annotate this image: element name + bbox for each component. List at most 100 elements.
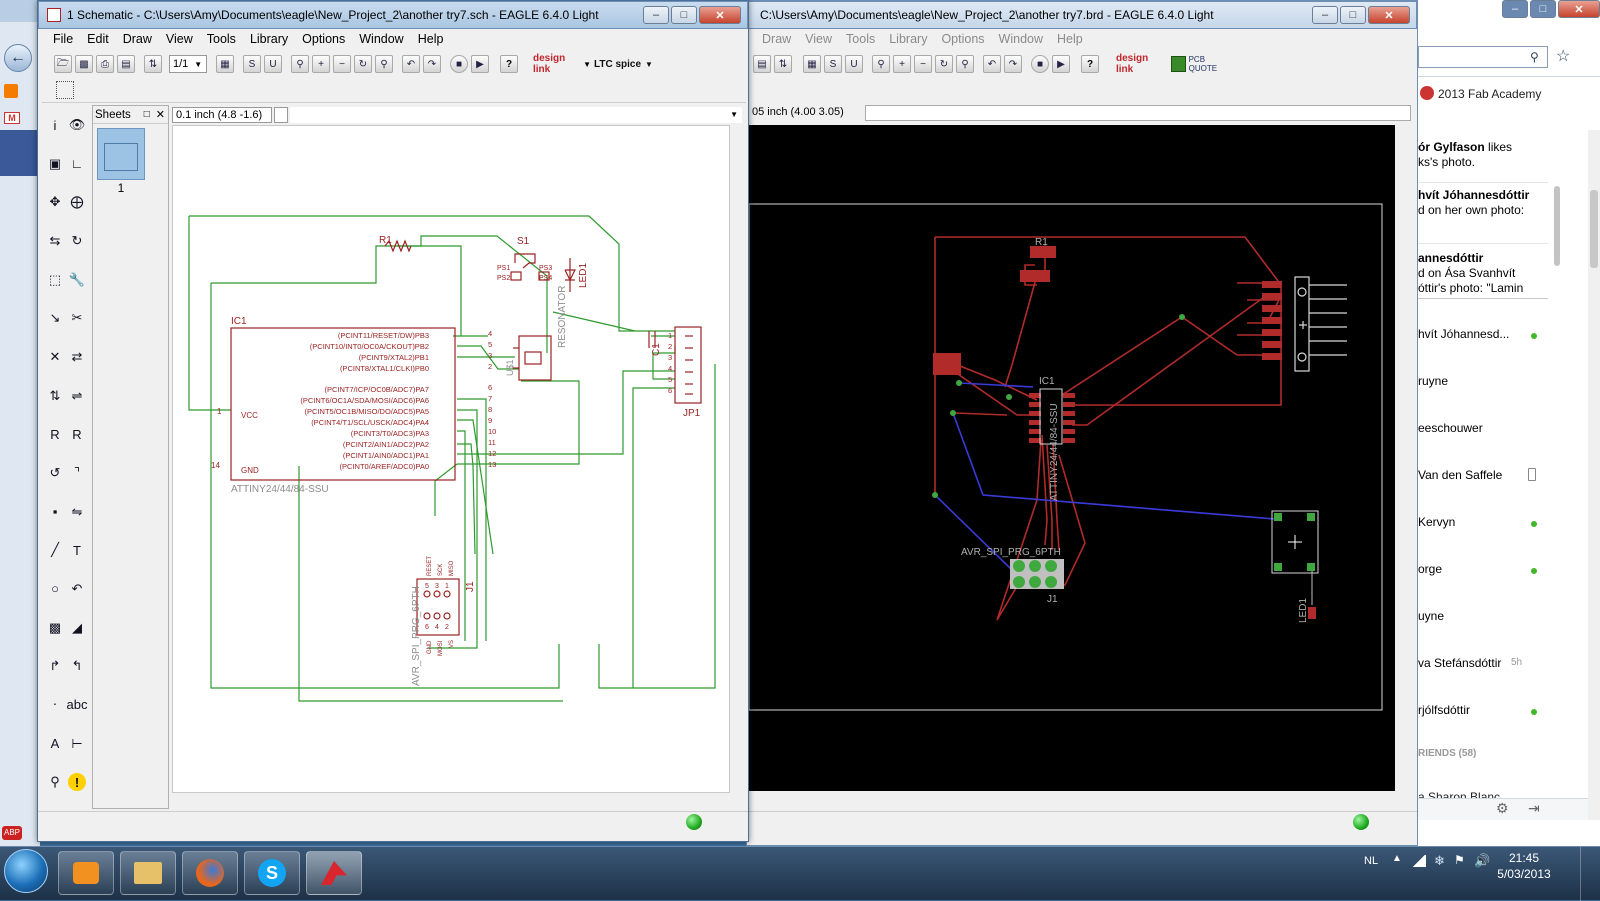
optimize-icon[interactable]: ⇋ bbox=[68, 503, 86, 521]
bookmark-blogger-icon[interactable] bbox=[4, 84, 18, 98]
fb-search-icon[interactable]: ⚲ bbox=[1530, 50, 1539, 64]
fb-star-icon[interactable]: ☆ bbox=[1556, 46, 1578, 68]
minimize-button[interactable]: – bbox=[1312, 6, 1338, 24]
net-icon[interactable]: ↰ bbox=[68, 657, 86, 675]
grid-toggle-icon[interactable] bbox=[56, 81, 74, 99]
taskbar-skype[interactable]: S bbox=[244, 851, 300, 895]
board-switch-icon[interactable]: ⇅ bbox=[144, 55, 162, 73]
menu-help[interactable]: Help bbox=[1050, 32, 1090, 46]
copy-icon[interactable]: ⨁ bbox=[68, 193, 86, 211]
gear-icon[interactable]: ⚙ bbox=[1496, 800, 1509, 817]
scr-icon[interactable]: S bbox=[824, 55, 842, 73]
show-icon[interactable]: 👁 bbox=[68, 116, 86, 134]
zoom-select-icon[interactable]: ⚲ bbox=[375, 55, 393, 73]
menu-options[interactable]: Options bbox=[934, 32, 991, 46]
fb-feed-item-3[interactable]: annesdóttir d on Ása Svanhvít óttir's ph… bbox=[1418, 251, 1558, 295]
ulp-icon[interactable]: U bbox=[264, 55, 282, 73]
close-icon[interactable]: ✕ bbox=[156, 108, 165, 121]
menu-edit[interactable]: Edit bbox=[80, 32, 116, 46]
fb-search-field[interactable] bbox=[1418, 46, 1548, 68]
fb-chat-item[interactable]: rjólfsdóttir bbox=[1418, 703, 1548, 717]
background-browser-tab[interactable] bbox=[0, 0, 40, 22]
adblock-icon[interactable]: ABP bbox=[2, 826, 22, 840]
taskbar-media-player[interactable] bbox=[58, 851, 114, 895]
menu-file[interactable]: File bbox=[46, 32, 80, 46]
maximize-button[interactable]: □ bbox=[1340, 6, 1366, 24]
network-icon[interactable]: ❄ bbox=[1434, 853, 1445, 869]
polygon-icon[interactable]: ◢ bbox=[68, 619, 86, 637]
fb-chat-item[interactable]: orge bbox=[1418, 562, 1548, 576]
arc-icon[interactable]: ↶ bbox=[68, 580, 86, 598]
schematic-canvas[interactable]: R1 S1 IC1 ATTINY24/44/84-SSU VCC GND 1 1… bbox=[172, 125, 730, 793]
fb-maximize-button[interactable]: □ bbox=[1530, 0, 1556, 18]
zoom-fit-icon[interactable]: ⚲ bbox=[872, 55, 890, 73]
menu-library[interactable]: Library bbox=[243, 32, 295, 46]
junction-icon[interactable]: ⋅ bbox=[46, 696, 64, 714]
taskbar-explorer[interactable] bbox=[120, 851, 176, 895]
text-icon[interactable]: T bbox=[68, 541, 86, 559]
fb-chat-item[interactable]: eeschouwer bbox=[1418, 421, 1548, 435]
stop-icon[interactable]: ■ bbox=[1031, 55, 1049, 73]
fb-chat-item[interactable]: Kervyn bbox=[1418, 515, 1548, 529]
cam-icon[interactable]: ▤ bbox=[753, 55, 771, 73]
zoom-out-icon[interactable]: − bbox=[333, 55, 351, 73]
info-icon[interactable]: i bbox=[46, 116, 64, 134]
board-canvas[interactable]: R1 IC1 ATTINY24/44/84-SSU AVR_SPI_PRG_6P… bbox=[747, 125, 1395, 791]
replace-icon[interactable]: ⇅ bbox=[46, 387, 64, 405]
script-icon[interactable]: ⇅ bbox=[774, 55, 792, 73]
menu-draw[interactable]: Draw bbox=[116, 32, 159, 46]
minimize-button[interactable]: – bbox=[643, 6, 669, 24]
library-icon[interactable]: ▦ bbox=[803, 55, 821, 73]
board-command-input[interactable] bbox=[865, 105, 1411, 121]
dimension-icon[interactable]: ⊢ bbox=[68, 735, 86, 753]
command-history-button[interactable] bbox=[274, 107, 288, 123]
sheet-thumbnail[interactable] bbox=[97, 128, 145, 180]
undo-icon[interactable]: ↶ bbox=[983, 55, 1001, 73]
go-icon[interactable]: ▶ bbox=[1052, 55, 1070, 73]
sheet-select[interactable]: 1/1 ▼ bbox=[169, 55, 207, 73]
close-button[interactable]: ✕ bbox=[699, 6, 741, 24]
board-horizontal-scrollbar[interactable] bbox=[747, 791, 1395, 809]
fb-feed-item-2[interactable]: hvít Jóhannesdóttir d on her own photo: bbox=[1418, 188, 1558, 218]
zoom-in-icon[interactable]: + bbox=[893, 55, 911, 73]
design-link-logo[interactable]: design link bbox=[1116, 53, 1168, 75]
menu-tools[interactable]: Tools bbox=[200, 32, 243, 46]
sidebar-toggle-icon[interactable]: ⇥ bbox=[1528, 800, 1540, 817]
rect-icon[interactable]: ▩ bbox=[46, 619, 64, 637]
redraw-icon[interactable]: ↻ bbox=[354, 55, 372, 73]
zoom-out-icon[interactable]: − bbox=[914, 55, 932, 73]
attribute-icon[interactable]: A bbox=[46, 735, 64, 753]
board-vertical-scrollbar[interactable] bbox=[1395, 125, 1415, 791]
redraw-icon[interactable]: ↻ bbox=[935, 55, 953, 73]
move-icon[interactable]: ✥ bbox=[46, 193, 64, 211]
name-icon[interactable]: R bbox=[46, 425, 64, 443]
menu-library[interactable]: Library bbox=[882, 32, 934, 46]
save-icon[interactable]: ▩ bbox=[75, 55, 93, 73]
command-input[interactable]: ▼ bbox=[290, 107, 742, 123]
ltc-spice-logo[interactable]: LTC spice ▼ bbox=[594, 59, 656, 70]
show-desktop-button[interactable] bbox=[1580, 847, 1600, 901]
close-button[interactable]: ✕ bbox=[1368, 6, 1410, 24]
display-icon[interactable]: ▣ bbox=[46, 155, 64, 173]
circle-icon[interactable]: ○ bbox=[46, 580, 64, 598]
maximize-button[interactable]: □ bbox=[671, 6, 697, 24]
redo-icon[interactable]: ↷ bbox=[1004, 55, 1022, 73]
taskbar-eagle[interactable] bbox=[306, 851, 362, 895]
add-icon[interactable]: ✕ bbox=[46, 348, 64, 366]
zoom-select-icon[interactable]: ⚲ bbox=[956, 55, 974, 73]
label-icon[interactable]: abc bbox=[67, 696, 88, 714]
menu-view[interactable]: View bbox=[159, 32, 200, 46]
schematic-horizontal-scrollbar[interactable] bbox=[172, 793, 730, 809]
help-icon[interactable]: ? bbox=[1081, 55, 1099, 73]
board-titlebar[interactable]: C:\Users\Amy\Documents\eagle\New_Project… bbox=[747, 1, 1417, 29]
undock-icon[interactable]: □ bbox=[144, 109, 150, 120]
scr-icon[interactable]: S bbox=[243, 55, 261, 73]
smash-icon[interactable]: ▪ bbox=[46, 503, 64, 521]
menu-draw[interactable]: Draw bbox=[755, 32, 798, 46]
rotate-icon[interactable]: ↻ bbox=[68, 232, 86, 250]
value-icon[interactable]: R bbox=[68, 425, 86, 443]
errors-icon[interactable]: ! bbox=[68, 773, 86, 792]
menu-view[interactable]: View bbox=[798, 32, 839, 46]
flag-icon[interactable]: ⚑ bbox=[1454, 853, 1465, 867]
mirror-icon[interactable]: ⇆ bbox=[46, 232, 64, 250]
